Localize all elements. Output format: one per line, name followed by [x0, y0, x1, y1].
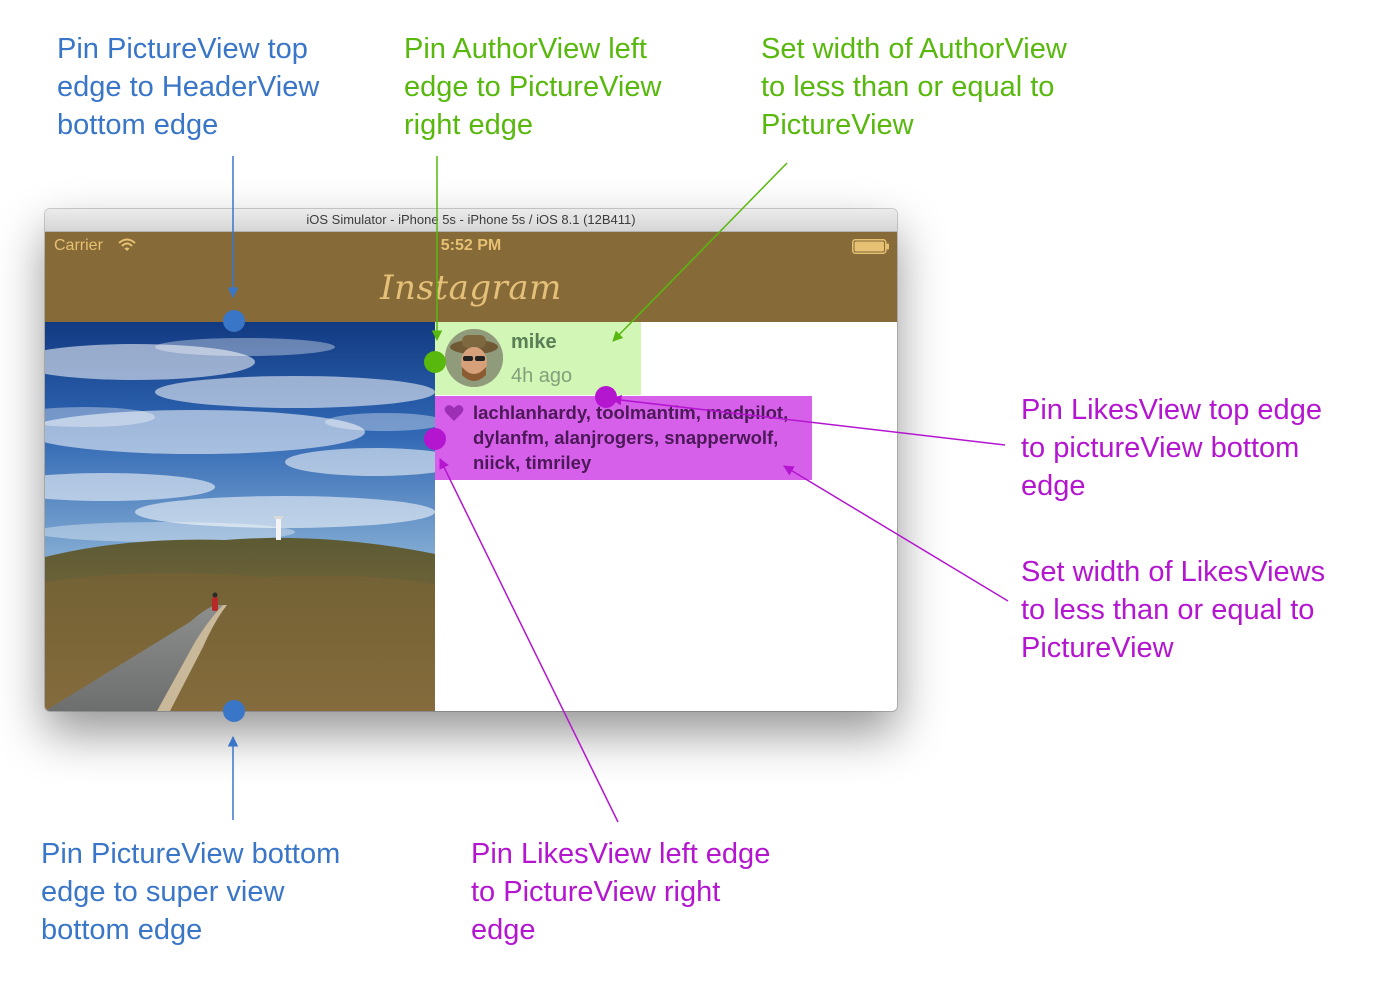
pin-picture-bottom: [223, 700, 245, 722]
arrow-likes-top: [610, 394, 1006, 446]
pin-picture-top: [223, 310, 245, 332]
pin-likes-left: [424, 428, 446, 450]
arrow-author-width: [612, 162, 788, 342]
arrow-likes-width: [783, 465, 1009, 602]
arrow-likes-left: [439, 458, 619, 823]
annotation-arrows: [223, 156, 1009, 823]
pin-author-left: [424, 351, 446, 373]
pin-likes-top: [595, 386, 617, 408]
